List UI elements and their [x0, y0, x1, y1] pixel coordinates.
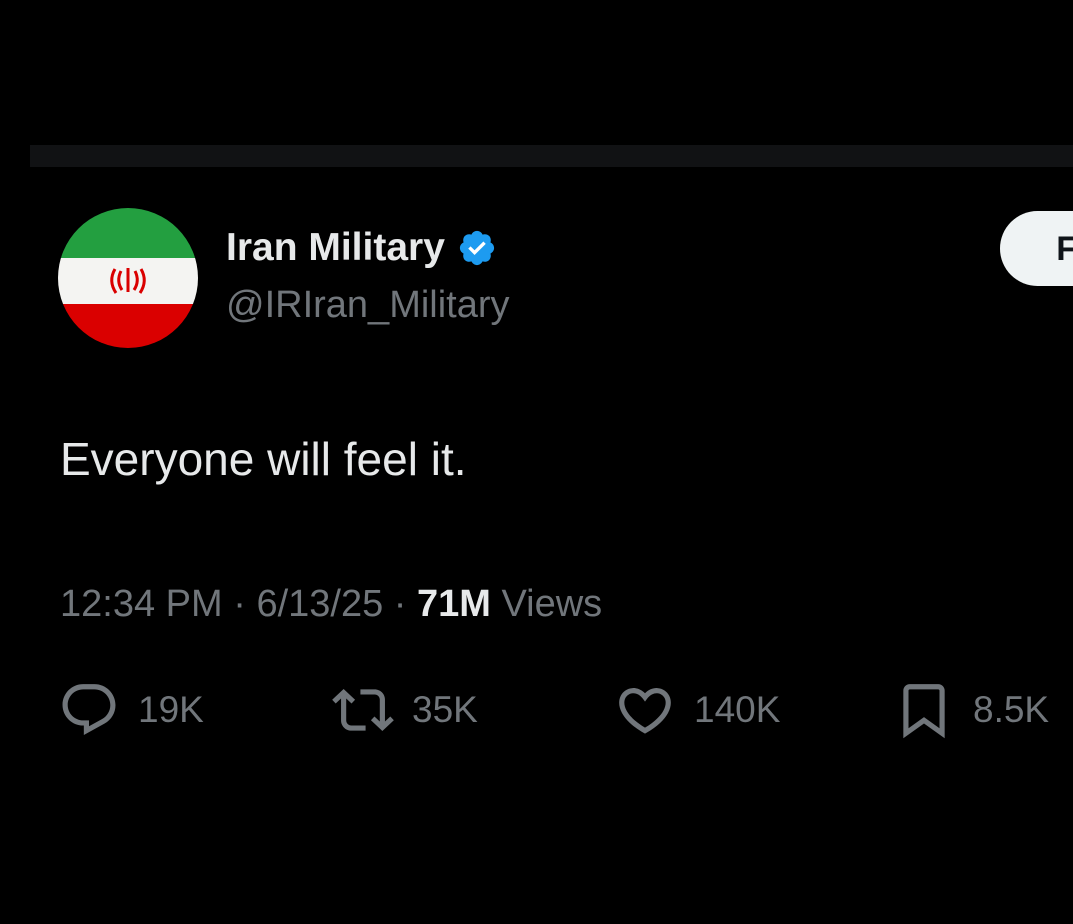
avatar[interactable] [58, 208, 198, 348]
reply-count: 19K [138, 689, 204, 730]
tweet-date[interactable]: 6/13/25 [256, 583, 383, 625]
views-label: Views [501, 583, 603, 625]
display-name-text: Iran Military [226, 226, 445, 269]
meta-separator: · [233, 583, 246, 625]
reply-button[interactable]: 19K [58, 680, 204, 740]
repost-button[interactable]: 35K [332, 680, 478, 740]
top-divider [30, 145, 1073, 167]
tweet-meta: 12:34 PM · 6/13/25 · 71M Views [60, 583, 602, 626]
tweet-text: Everyone will feel it. [60, 433, 467, 485]
iran-flag-avatar-icon [58, 208, 198, 348]
verified-badge-icon [459, 230, 494, 266]
like-button[interactable]: 140K [614, 680, 780, 740]
author-handle[interactable]: @IRIran_Military [226, 284, 510, 327]
repost-count: 35K [412, 689, 478, 730]
follow-button[interactable]: Fo [1000, 211, 1073, 286]
repost-icon [332, 689, 394, 731]
meta-separator: · [393, 583, 407, 625]
heart-icon [619, 688, 671, 734]
bookmark-count: 8.5K [973, 689, 1050, 730]
display-name[interactable]: Iran Military [226, 226, 497, 270]
bookmark-icon [903, 684, 945, 739]
tweet-time[interactable]: 12:34 PM [60, 583, 223, 625]
reply-icon [62, 684, 116, 736]
bookmark-button[interactable]: 8.5K [893, 680, 1049, 740]
views-count: 71M [417, 583, 491, 625]
like-count: 140K [694, 689, 781, 730]
